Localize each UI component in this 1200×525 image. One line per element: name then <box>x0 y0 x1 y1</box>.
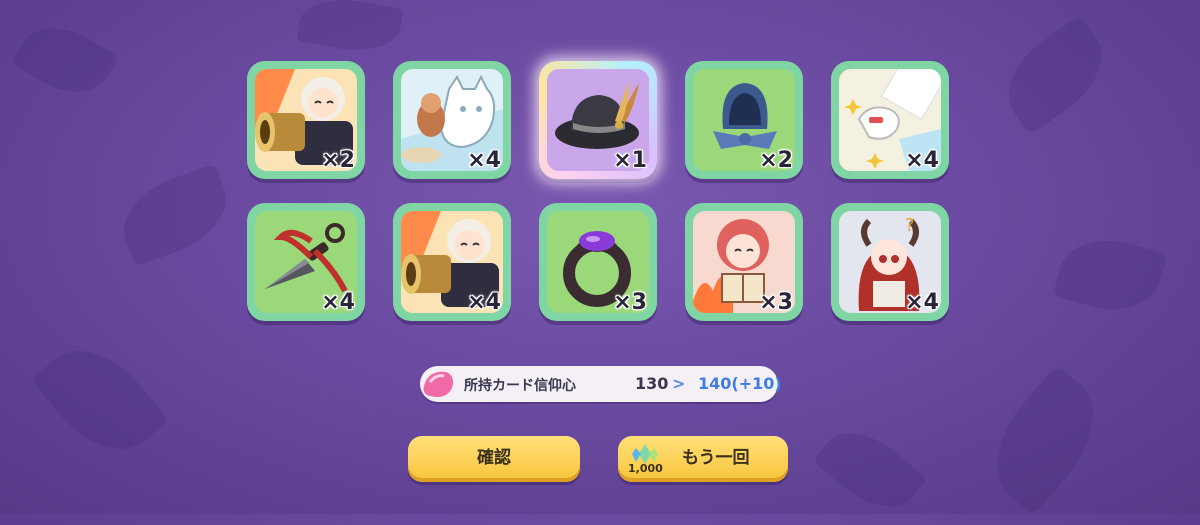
background-leaf <box>1052 228 1168 322</box>
reward-card[interactable]: ×4 <box>247 203 365 321</box>
background-leaf <box>111 163 239 267</box>
svg-text:?: ? <box>905 215 915 236</box>
reward-card[interactable]: ×1 <box>539 61 657 179</box>
pink-gem-icon <box>423 371 454 397</box>
reward-card[interactable]: ? ×4 <box>831 203 949 321</box>
status-current-value: 130 <box>635 374 669 393</box>
background-leaf <box>30 328 170 472</box>
reward-count: ×3 <box>759 290 793 315</box>
reward-count: ×4 <box>321 290 355 315</box>
reward-count: ×4 <box>905 290 939 315</box>
reward-card[interactable]: ×3 <box>685 203 803 321</box>
draw-again-label: もう一回 <box>682 448 750 468</box>
status-next-value: 140(+10) <box>698 374 782 393</box>
reward-card[interactable]: ×4 <box>831 61 949 179</box>
reward-count: ×4 <box>467 290 501 315</box>
confirm-button[interactable]: 確認 <box>408 436 580 482</box>
reward-count: ×1 <box>613 148 647 173</box>
reward-count: ×2 <box>321 148 355 173</box>
reward-card[interactable]: ×3 <box>539 203 657 321</box>
reward-count: ×3 <box>613 290 647 315</box>
reward-card[interactable]: ×4 <box>393 203 511 321</box>
status-arrow: > <box>672 374 686 393</box>
background-leaf <box>989 14 1121 136</box>
background-leaf <box>11 11 119 109</box>
status-label: 所持カード信仰心 <box>464 378 576 394</box>
reward-card[interactable]: ×2 <box>247 61 365 179</box>
reward-count: ×4 <box>905 148 939 173</box>
reward-count: ×2 <box>759 148 793 173</box>
reward-card[interactable]: ×2 <box>685 61 803 179</box>
background-leaf <box>296 0 404 59</box>
reward-grid: ×2 ×4 ×1 ×2 ×4 ×4 ×4 ×3 ×3 ? ×4 <box>247 61 959 321</box>
reward-card[interactable]: ×4 <box>393 61 511 179</box>
card-faith-status: 所持カード信仰心 130 > 140(+10) <box>420 366 782 402</box>
draw-cost: 1,000 <box>628 462 663 475</box>
background-leaf <box>972 364 1118 516</box>
draw-again-button[interactable]: 1,000 もう一回 <box>618 436 788 482</box>
background-leaf <box>812 414 928 525</box>
reward-count: ×4 <box>467 148 501 173</box>
